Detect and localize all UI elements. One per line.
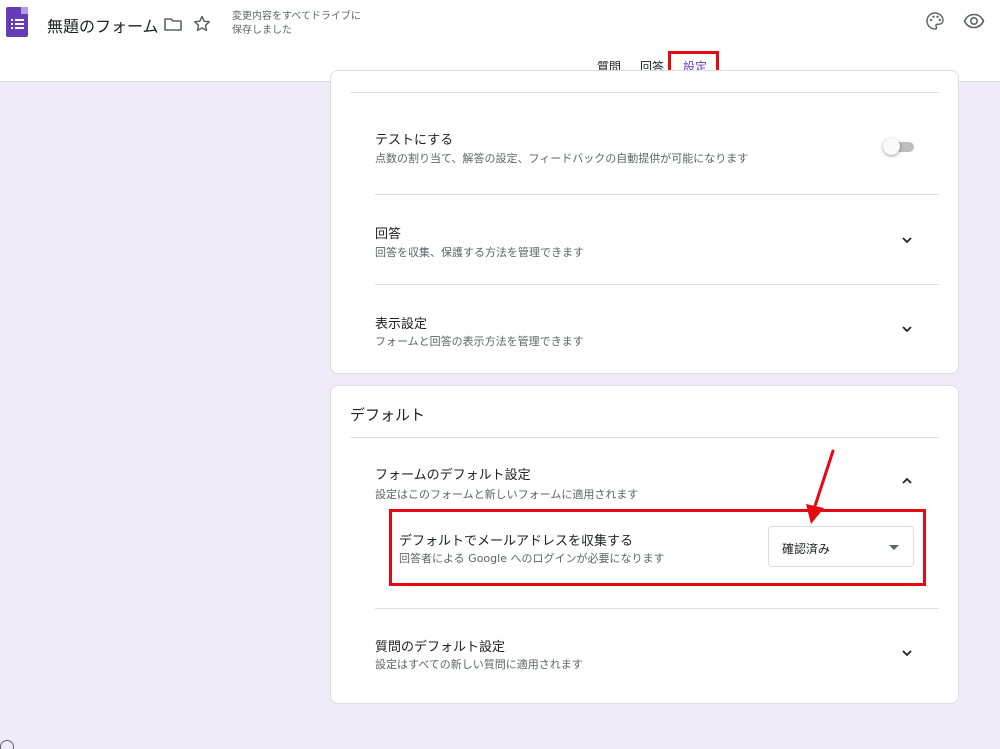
divider bbox=[375, 194, 939, 195]
defaults-section-title: デフォルト bbox=[350, 406, 426, 424]
setting-title: 質問のデフォルト設定 bbox=[375, 640, 506, 655]
divider bbox=[375, 608, 939, 609]
help-icon[interactable] bbox=[0, 740, 14, 749]
palette-icon[interactable] bbox=[925, 11, 945, 31]
forms-app-icon[interactable] bbox=[6, 7, 28, 37]
setting-description: 点数の割り当て、解答の設定、フィードバックの自動提供が可能になります bbox=[375, 152, 749, 165]
folder-icon[interactable] bbox=[163, 14, 183, 34]
form-title[interactable]: 無題のフォーム bbox=[47, 13, 159, 37]
setting-description: 設定はこのフォームと新しいフォームに適用されます bbox=[375, 488, 639, 501]
setting-title: テストにする bbox=[375, 133, 454, 148]
divider bbox=[350, 92, 939, 93]
red-arrow-annotation bbox=[806, 449, 835, 524]
setting-description: 回答を収集、保護する方法を管理できます bbox=[375, 246, 584, 259]
chevron-down-icon[interactable] bbox=[900, 322, 914, 336]
setting-description: フォームと回答の表示方法を管理できます bbox=[375, 335, 584, 348]
setting-description: 設定はすべての新しい質問に適用されます bbox=[375, 658, 583, 671]
chevron-down-icon[interactable] bbox=[900, 646, 914, 660]
chevron-down-icon[interactable] bbox=[900, 233, 914, 247]
chevron-up-icon[interactable] bbox=[900, 474, 914, 488]
star-icon[interactable] bbox=[192, 14, 212, 34]
setting-title: フォームのデフォルト設定 bbox=[375, 468, 531, 483]
preview-eye-icon[interactable] bbox=[963, 11, 985, 31]
setting-title: 表示設定 bbox=[375, 317, 428, 332]
quiz-toggle[interactable] bbox=[883, 138, 900, 155]
divider bbox=[350, 437, 939, 438]
setting-title: 回答 bbox=[375, 227, 402, 242]
collect-email-highlight-box bbox=[389, 509, 926, 586]
divider bbox=[375, 284, 939, 285]
save-status: 変更内容をすべてドライブに 保存しました bbox=[232, 11, 361, 36]
